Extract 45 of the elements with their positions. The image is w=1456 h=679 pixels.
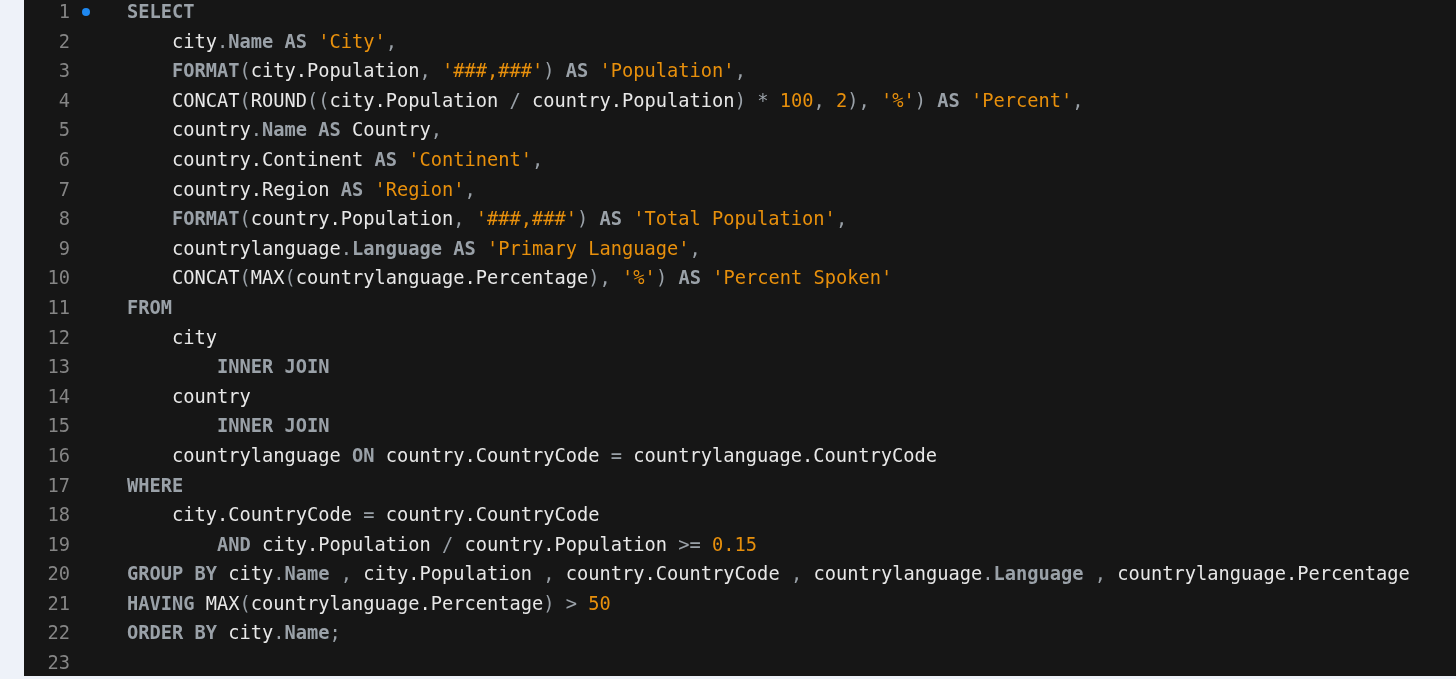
line-number: 21 [46, 591, 70, 616]
line-number: 12 [46, 325, 70, 350]
code-line: GROUP BY city.Name , city.Population , country.CountryCode , countrylanguage.Language , countrylanguage.Percentage [127, 562, 1410, 587]
code-line: city [171, 325, 217, 350]
line-number: 6 [57, 147, 70, 172]
line-number: 8 [57, 207, 70, 232]
code-line: INNER JOIN [216, 414, 330, 439]
code-line: country.Continent AS 'Continent', [171, 147, 544, 172]
line-number: 10 [46, 266, 70, 291]
line-number: 23 [46, 651, 70, 676]
line-number: 18 [46, 503, 70, 528]
line-number: 17 [46, 473, 70, 498]
code-line: city.Name AS 'City', [171, 29, 398, 54]
code-line: AND city.Population / country.Population >= 0.15 [216, 532, 758, 557]
code-line: FORMAT(city.Population, '###,###') AS 'Population', [171, 59, 746, 84]
line-number: 5 [57, 118, 70, 143]
code-line: country.Region AS 'Region', [171, 177, 476, 202]
code-line: HAVING MAX(countrylanguage.Percentage) > 50 [127, 591, 611, 616]
line-number: 16 [46, 443, 70, 468]
line-number: 19 [46, 532, 70, 557]
line-number: 1 [57, 0, 70, 24]
code-line: FROM [127, 295, 172, 320]
code-line: countrylanguage.Language AS 'Primary Language', [171, 236, 701, 261]
code-line: SELECT [127, 0, 195, 24]
code-line: countrylanguage ON country.CountryCode = countrylanguage.CountryCode [171, 443, 938, 468]
line-number: 11 [46, 295, 70, 320]
code-line: INNER JOIN [216, 355, 330, 380]
line-number: 7 [57, 177, 70, 202]
line-number: 3 [57, 59, 70, 84]
line-number: 15 [46, 414, 70, 439]
code-line: country.Name AS Country, [171, 118, 443, 143]
code-line: CONCAT(ROUND((city.Population / country.Population) * 100, 2), '%') AS 'Percent', [171, 88, 1084, 113]
line-number: 13 [46, 355, 70, 380]
line-number: 9 [57, 236, 70, 261]
code-line: ORDER BY city.Name; [127, 621, 341, 646]
line-number: 22 [46, 621, 70, 646]
line-number: 2 [57, 29, 70, 54]
code-line: city.CountryCode = country.CountryCode [171, 503, 600, 528]
code-line: FORMAT(country.Population, '###,###') AS 'Total Population', [171, 207, 848, 232]
line-number: 14 [46, 384, 70, 409]
line-number: 4 [57, 88, 70, 113]
code-line: country [171, 384, 251, 409]
code-line: CONCAT(MAX(countrylanguage.Percentage), '%') AS 'Percent Spoken' [171, 266, 893, 291]
line-number: 20 [46, 562, 70, 587]
code-line: WHERE [127, 473, 184, 498]
